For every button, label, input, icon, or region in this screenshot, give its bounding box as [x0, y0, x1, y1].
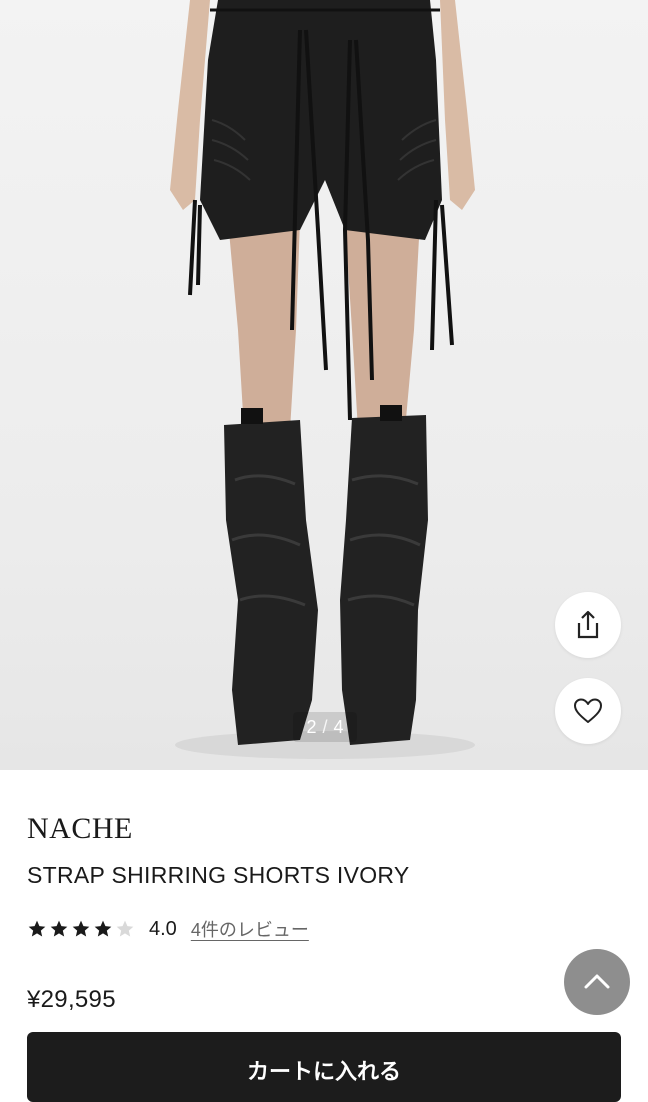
- star-icon: [28, 920, 46, 937]
- brand-name[interactable]: NACHE: [27, 812, 133, 846]
- star-icon: [50, 920, 68, 937]
- favorite-button[interactable]: [555, 678, 621, 744]
- product-image-gallery[interactable]: 2 / 4: [0, 0, 648, 770]
- current-page: 2: [306, 716, 317, 737]
- product-price: ¥29,595: [27, 986, 116, 1013]
- rating-row: 4.0 4件のレビュー: [27, 915, 309, 943]
- add-to-cart-button[interactable]: カートに入れる: [27, 1032, 621, 1102]
- review-link[interactable]: 4件のレビュー: [191, 916, 309, 942]
- product-photo: [170, 0, 475, 759]
- star-icon: [94, 920, 112, 937]
- share-icon: [577, 610, 599, 639]
- product-title: STRAP SHIRRING SHORTS IVORY: [27, 862, 410, 888]
- star-icon: [72, 920, 90, 937]
- page-separator: /: [322, 716, 328, 737]
- rating-stars: [27, 919, 135, 939]
- heart-icon: [574, 698, 602, 723]
- rating-value: 4.0: [149, 917, 177, 940]
- scroll-to-top-button[interactable]: [564, 949, 630, 1015]
- gallery-page-indicator: 2 / 4: [293, 712, 357, 742]
- share-button[interactable]: [555, 592, 621, 658]
- star-icon: [116, 920, 134, 937]
- chevron-up-icon: [584, 974, 610, 989]
- total-pages: 4: [333, 716, 344, 737]
